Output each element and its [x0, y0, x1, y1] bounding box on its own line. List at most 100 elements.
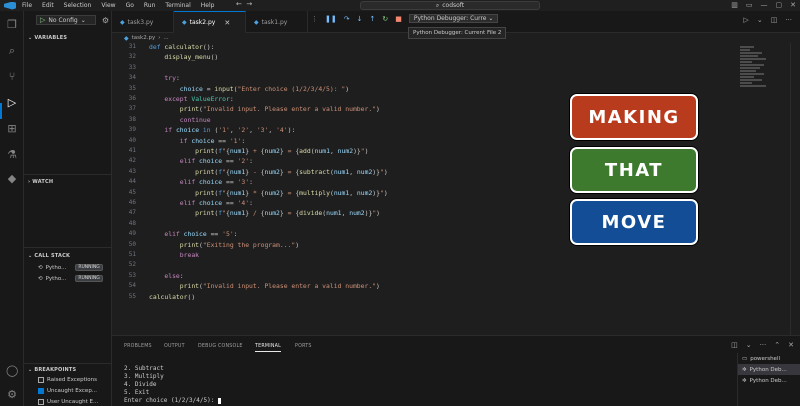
breakpoint-uncaught-exceptions[interactable]: Uncaught Excep... — [38, 388, 97, 394]
forward-arrow-icon[interactable]: → — [246, 0, 252, 8]
manage-gear-icon[interactable]: ⚙ — [6, 389, 18, 401]
search-view-icon[interactable]: ⌕ — [6, 45, 18, 57]
maximize-icon[interactable]: ▢ — [776, 1, 783, 9]
minimap[interactable] — [740, 46, 768, 106]
tab-output[interactable]: OUTPUT — [164, 344, 185, 349]
split-editor-icon[interactable]: ◫ — [771, 16, 778, 24]
code-line[interactable]: print(f"{num1} * {num2} = {multiply(num1… — [149, 189, 388, 197]
step-into-icon[interactable]: ↓ — [357, 15, 363, 23]
menu-edit[interactable]: Edit — [42, 2, 54, 9]
breakpoint-raised-exceptions[interactable]: Raised Exceptions — [38, 377, 97, 383]
call-stack-section-header[interactable]: ⌄ CALL STACK — [28, 253, 70, 259]
menu-go[interactable]: Go — [126, 2, 134, 9]
chevron-down-icon[interactable]: ⌄ — [746, 341, 752, 349]
terminal-item-powershell[interactable]: ▭ powershell — [738, 353, 800, 364]
tab-terminal[interactable]: TERMINAL — [255, 344, 281, 352]
editor-scrollbar[interactable] — [790, 43, 800, 335]
menu-view[interactable]: View — [101, 2, 115, 9]
nav-arrows[interactable]: ← → — [236, 0, 252, 8]
code-line[interactable]: print("Invalid input. Please enter a val… — [149, 105, 380, 113]
code-line[interactable]: print("Invalid input. Please enter a val… — [149, 282, 380, 290]
maximize-panel-icon[interactable]: ⌃ — [774, 341, 780, 349]
breakpoints-section-header[interactable]: ⌄ BREAKPOINTS — [28, 367, 76, 373]
more-actions-icon[interactable]: ··· — [785, 16, 792, 24]
command-center-search[interactable]: ⌕ codsoft — [360, 1, 540, 10]
tab-task3[interactable]: ◆ task3.py — [112, 11, 174, 33]
new-terminal-icon[interactable]: ◫ — [731, 341, 738, 349]
code-line[interactable]: print("Exiting the program...") — [149, 241, 299, 249]
run-file-icon[interactable]: ▷ — [743, 16, 748, 24]
explorer-icon[interactable]: ❐ — [6, 19, 18, 31]
breadcrumb-file[interactable]: task2.py — [132, 35, 156, 41]
back-arrow-icon[interactable]: ← — [236, 0, 242, 8]
layout-toggle-icon[interactable]: ▥ — [731, 1, 738, 9]
code-line[interactable]: def calculator(): — [149, 43, 214, 51]
variables-section-header[interactable]: ⌄ VARIABLES — [28, 35, 67, 41]
terminal-item-python-debugger[interactable]: ✲ Python Deb... — [738, 375, 800, 386]
call-stack-thread[interactable]: ⟲ Pytho... RUNNING — [38, 275, 103, 282]
tab-ports[interactable]: PORTS — [295, 344, 312, 349]
code-line[interactable]: calculator() — [149, 293, 195, 301]
code-line[interactable]: print(f"{num1} + {num2} = {add(num1, num… — [149, 147, 368, 155]
tab-debug-console[interactable]: DEBUG CONSOLE — [198, 344, 243, 349]
debug-config-selector[interactable]: ▷ No Config ⌄ ⚙ — [36, 15, 109, 25]
tab-label: task1.py — [261, 18, 288, 26]
code-line[interactable]: if choice == '1': — [149, 137, 245, 145]
drag-handle-icon[interactable]: ⋮ — [311, 15, 318, 23]
breakpoint-user-uncaught[interactable]: User Uncaught E... — [38, 399, 98, 405]
code-line[interactable]: elif choice == '2': — [149, 157, 253, 165]
code-line[interactable]: continue — [149, 116, 211, 124]
close-window-icon[interactable]: ✕ — [790, 1, 796, 9]
tab-problems[interactable]: PROBLEMS — [124, 344, 152, 349]
step-out-icon[interactable]: ↑ — [369, 15, 375, 23]
code-line[interactable]: elif choice == '5': — [149, 230, 237, 238]
code-line[interactable]: display_menu() — [149, 53, 218, 61]
text-cursor — [217, 397, 221, 404]
menu-terminal[interactable]: Terminal — [165, 2, 190, 9]
chevron-down-icon[interactable]: ⌄ — [757, 16, 763, 24]
code-line[interactable]: elif choice == '3': — [149, 178, 253, 186]
tab-task2[interactable]: ◆ task2.py ✕ — [174, 11, 246, 33]
code-line[interactable]: print(f"{num1} / {num2} = {divide(num1, … — [149, 209, 380, 217]
tab-task1[interactable]: ◆ task1.py — [246, 11, 308, 33]
menu-file[interactable]: File — [22, 2, 32, 9]
menu-run[interactable]: Run — [144, 2, 156, 9]
watch-section-header[interactable]: › WATCH — [28, 179, 53, 185]
code-line[interactable]: if choice in ('1', '2', '3', '4'): — [149, 126, 295, 134]
close-panel-icon[interactable]: ✕ — [788, 341, 794, 349]
terminal-prompt[interactable]: Enter choice (1/2/3/4/5): — [124, 397, 221, 404]
call-stack-thread[interactable]: ⟲ Pytho... RUNNING — [38, 264, 103, 271]
checkbox-checked[interactable] — [38, 388, 44, 394]
code-line[interactable]: break — [149, 251, 199, 259]
code-line[interactable]: elif choice == '4': — [149, 199, 253, 207]
debug-session-select[interactable]: Python Debugger: Curre ⌄ — [408, 14, 499, 23]
run-debug-icon[interactable]: ▷ — [6, 97, 18, 109]
restart-icon[interactable]: ↻ — [382, 15, 388, 23]
menu-selection[interactable]: Selection — [64, 2, 92, 9]
menu-help[interactable]: Help — [201, 2, 215, 9]
python-icon[interactable]: ◆ — [6, 173, 18, 185]
extensions-icon[interactable]: ⊞ — [6, 123, 18, 135]
code-line[interactable]: try: — [149, 74, 179, 82]
line-number: 43 — [128, 167, 136, 175]
testing-icon[interactable]: ⚗ — [6, 149, 18, 161]
step-over-icon[interactable]: ↷ — [344, 15, 350, 23]
terminal-item-python-debugger[interactable]: ✲ Python Deb... — [738, 364, 800, 375]
start-debugging-icon[interactable]: ▷ — [40, 16, 45, 24]
breadcrumb-symbol[interactable]: ... — [163, 35, 168, 41]
stop-icon[interactable]: ■ — [395, 15, 402, 23]
code-line[interactable]: print(f"{num1} - {num2} = {subtract(num1… — [149, 168, 388, 176]
checkbox[interactable] — [38, 399, 44, 405]
panel-toggle-icon[interactable]: ▭ — [746, 1, 753, 9]
code-line[interactable]: choice = input("Enter choice (1/2/3/4/5)… — [149, 85, 349, 93]
pause-icon[interactable]: ❚❚ — [325, 15, 337, 23]
close-tab-icon[interactable]: ✕ — [224, 19, 230, 27]
checkbox[interactable] — [38, 377, 44, 383]
account-icon[interactable]: ◯ — [6, 365, 18, 377]
code-line[interactable]: except ValueError: — [149, 95, 233, 103]
minimize-icon[interactable]: — — [761, 1, 768, 9]
code-line[interactable]: else: — [149, 272, 183, 280]
debug-settings-gear-icon[interactable]: ⚙ — [102, 16, 109, 25]
more-actions-icon[interactable]: ··· — [760, 341, 767, 349]
source-control-icon[interactable]: ⑂ — [6, 71, 18, 83]
